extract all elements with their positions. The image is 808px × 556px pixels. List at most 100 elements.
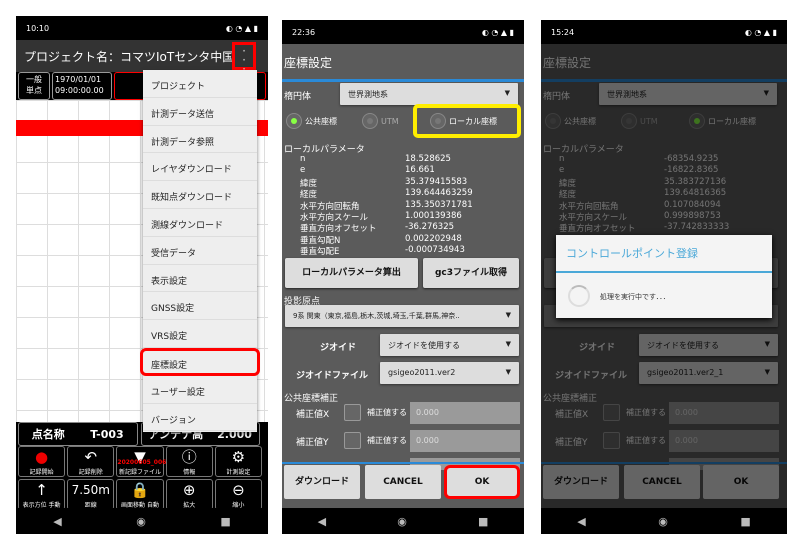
param-row: 垂直勾配N 0.002202948 [300, 234, 520, 246]
menu-item[interactable]: VRS設定 [143, 320, 257, 348]
title-divider [282, 79, 524, 82]
nav-bar: ◀ ◉ ■ [16, 508, 268, 534]
geoid-file-label: ジオイドファイル [296, 371, 369, 381]
home-icon[interactable]: ◉ [397, 515, 407, 528]
menu-item[interactable]: GNSS設定 [143, 292, 257, 321]
control-button[interactable]: ⚙ 計測設定 [214, 446, 262, 477]
more-vert-icon[interactable]: · · · [232, 42, 256, 75]
button-label: 計測設定 [226, 469, 251, 476]
radio-label: 公共座標 [305, 116, 337, 126]
menu-item[interactable]: 座標設定 [140, 347, 260, 376]
control-button[interactable]: 🔒 画面移動 自動 [116, 479, 164, 510]
param-name: e [300, 165, 306, 176]
point-name-box[interactable]: 点名称 T-003 [18, 422, 138, 446]
menu-item[interactable]: ユーザー設定 [143, 376, 257, 404]
correction-label: 補正値Y [296, 438, 329, 448]
spinner-icon [568, 285, 590, 307]
menu-item[interactable]: 既知点ダウンロード [143, 181, 257, 209]
progress-dialog-title: コントロールポイント登録 [566, 247, 698, 260]
get-gc3-file-button[interactable]: gc3ファイル取得 [423, 258, 519, 288]
correction-checkbox[interactable] [344, 404, 361, 421]
param-value: 18.528625 [405, 154, 451, 164]
control-button[interactable]: ↑ 表示方位 手動 [18, 479, 66, 510]
recents-icon[interactable]: ■ [740, 515, 750, 528]
param-row: 垂直勾配E -0.000734943 [300, 245, 520, 257]
filename-label: 20200605_006 [117, 459, 167, 466]
control-button[interactable]: ⊕ 拡大 [165, 479, 213, 510]
param-value: 0.002202948 [405, 233, 462, 244]
gear-icon: ⚙ [231, 448, 246, 466]
menu-item[interactable]: 測線ダウンロード [143, 209, 257, 237]
correction-checkbox[interactable] [344, 432, 361, 449]
distance-icon: 7.50m [71, 483, 110, 497]
correction-value-input[interactable]: 0.000 [410, 430, 520, 452]
info-icon: ⓘ [181, 448, 197, 466]
ellipsoid-label: 楕円体 [284, 92, 312, 102]
status-time: 22:36 [292, 28, 316, 37]
back-icon[interactable]: ◀ [577, 515, 585, 528]
param-value: 139.644463259 [405, 188, 473, 199]
download-button[interactable]: ダウンロード [284, 465, 360, 499]
record-icon: ● [35, 448, 49, 466]
menu-item[interactable]: プロジェクト [143, 70, 257, 98]
param-name: 垂直勾配E [300, 247, 340, 258]
menu-item[interactable]: 計測データ送信 [143, 98, 257, 126]
back-icon[interactable]: ◀ [53, 515, 61, 528]
control-button[interactable]: ▼ 20200605_006 新記録ファイル [116, 446, 167, 477]
progress-message: 処理を実行中です．．． [600, 293, 670, 301]
radio-public[interactable]: 公共座標 [286, 113, 337, 129]
cancel-button[interactable]: CANCEL [365, 465, 441, 499]
mode-box[interactable]: 一般 単点 [18, 72, 50, 100]
menu-item[interactable]: レイヤダウンロード [143, 153, 257, 182]
menu-item[interactable]: 表示設定 [143, 265, 257, 293]
home-icon[interactable]: ◉ [136, 515, 146, 528]
param-row: 経度 139.644463259 [300, 188, 520, 200]
zoom-in-icon: ⊕ [182, 481, 196, 499]
correction-check-label: 補正値する [367, 408, 407, 417]
back-icon[interactable]: ◀ [318, 515, 326, 528]
recents-icon[interactable]: ■ [220, 515, 230, 528]
control-button[interactable]: ↶ 記録削除 [67, 446, 115, 477]
radio-label: UTM [381, 116, 399, 126]
param-value: -36.276325 [405, 222, 455, 233]
button-label: 記録削除 [78, 469, 103, 476]
status-icons: ◐ ◔ ▲ ▮ [481, 28, 514, 37]
param-row: 垂直方向オフセット -36.276325 [300, 222, 520, 234]
button-label: 情報 [183, 469, 196, 476]
status-bar: 10:10 ◐ ◔ ▲ ▮ [16, 16, 268, 40]
geoid-dropdown[interactable]: ジオイドを使用する [380, 334, 519, 356]
ellipsoid-dropdown[interactable]: 世界測地系 [340, 83, 518, 105]
control-button[interactable]: ● 記録開始 [18, 446, 66, 477]
date-value: 1970/01/01 [55, 75, 102, 84]
control-button[interactable]: ⊖ 縮小 [214, 479, 262, 510]
menu-item[interactable]: 計測データ参照 [143, 126, 257, 154]
control-button[interactable]: 7.50m 距線 [67, 479, 115, 510]
correction-title: 公共座標補正 [284, 394, 339, 404]
geoid-file-dropdown[interactable]: gsigeo2011.ver2 [380, 362, 519, 384]
param-value: 1.000139386 [405, 211, 462, 221]
mode-sub: 単点 [26, 86, 42, 95]
correction-value-input[interactable]: 0.000 [410, 402, 520, 424]
ok-button[interactable]: OK [444, 465, 520, 499]
radio-utm[interactable]: UTM [362, 113, 399, 129]
param-row: 水平方向回転角 135.350371781 [300, 200, 520, 212]
control-buttons: ● 記録開始 ↶ 記録削除 ▼ 20200605_006 新記録ファイル ⓘ 情報 ⚙ 計測設定 ↑ 表… [18, 446, 262, 510]
recents-icon[interactable]: ■ [478, 515, 488, 528]
radio-circle [286, 113, 302, 129]
calc-local-params-button[interactable]: ローカルパラメータ算出 [285, 258, 418, 288]
settings-dialog: 座標設定楕円体世界測地系公共座標UTMローカル座標ローカルパラメータn18.52… [282, 44, 524, 508]
status-time: 15:24 [551, 28, 575, 37]
status-time: 10:10 [26, 24, 50, 33]
home-icon[interactable]: ◉ [658, 515, 668, 528]
undo-icon: ↶ [84, 448, 98, 466]
geoid-label: ジオイド [320, 343, 357, 353]
menu-item[interactable]: バージョン [143, 404, 257, 432]
time-value: 09:00:00.00 [55, 86, 104, 95]
projection-dropdown[interactable]: 9系 関東（東京,福島,栃木,茨城,埼玉,千葉,群馬,神奈.. [285, 305, 519, 327]
control-button[interactable]: ⓘ 情報 [165, 446, 213, 477]
point-name-label: 点名称 [31, 428, 65, 441]
datetime-box: 1970/01/01 09:00:00.00 [52, 72, 112, 100]
menu-item[interactable]: 受信データ [143, 237, 257, 265]
coordinate-settings-processing-screen: 15:24◐ ◔ ▲ ▮座標設定楕円体世界測地系公共座標UTMローカル座標ローカ… [541, 20, 787, 534]
param-row: 緯度 35.379415583 [300, 177, 520, 189]
